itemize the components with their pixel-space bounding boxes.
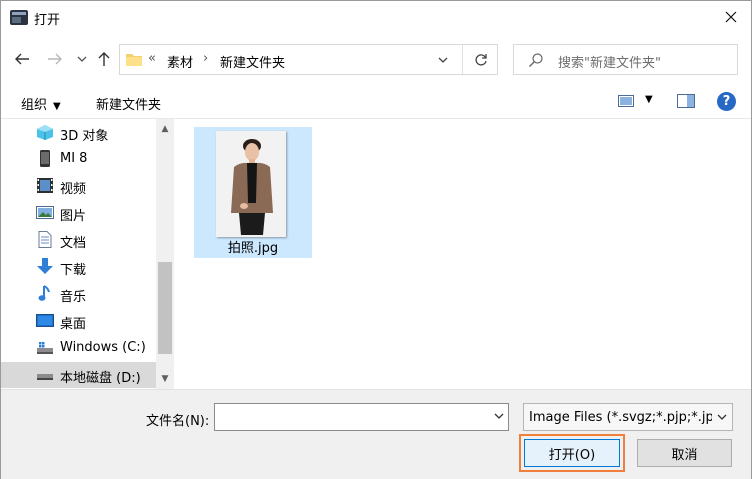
view-options-caret-icon[interactable]: ▼ (645, 94, 653, 105)
close-icon (725, 11, 737, 23)
video-icon (37, 178, 53, 193)
up-button[interactable] (94, 49, 114, 69)
recent-locations-button[interactable] (72, 49, 92, 69)
sidebar-item-label: 桌面 (60, 317, 87, 332)
search-placeholder[interactable]: 搜索"新建文件夹" (558, 52, 661, 71)
arrow-right-icon (48, 53, 62, 65)
organize-button[interactable]: 组织 ▼ (21, 94, 61, 113)
desktop-icon (36, 314, 54, 327)
refresh-icon (474, 53, 487, 66)
arrow-left-icon (15, 53, 29, 65)
sidebar-item-label: MI 8 (60, 151, 88, 166)
sidebar-item-downloads[interactable]: 下载 (1, 254, 156, 280)
filename-history-dropdown[interactable] (494, 410, 504, 423)
dialog-footer: 文件名(N): Image Files (*.svgz;*.pjp;*.jpeg… (1, 389, 751, 479)
navigation-bar: « 素材 › 新建文件夹 搜索"新建文件夹" (1, 41, 751, 77)
sidebar-item-videos[interactable]: 视频 (1, 173, 156, 199)
breadcrumb-segment-new-folder[interactable]: 新建文件夹 (220, 52, 285, 71)
cancel-button[interactable]: 取消 (637, 439, 732, 467)
pictures-icon (36, 206, 54, 219)
change-view-icon[interactable] (618, 95, 634, 107)
arrow-up-icon (98, 52, 110, 66)
image-thumbnail-icon (216, 131, 286, 237)
chevron-down-icon (77, 56, 87, 62)
sidebar-item-label: 图片 (60, 209, 87, 224)
file-type-select[interactable]: Image Files (*.svgz;*.pjp;*.jpeg (523, 403, 733, 431)
open-file-dialog: 打开 « 素材 › 新建文件夹 搜索"新建文件夹" 组织 ▼ 新建文件夹 ▼ ?… (0, 0, 752, 479)
address-overflow-chevron[interactable]: « (148, 51, 156, 66)
3d-objects-icon (37, 125, 53, 140)
documents-icon (38, 231, 52, 248)
sidebar-item-label: 音乐 (60, 290, 87, 305)
sidebar-item-local-disk-d[interactable]: 本地磁盘 (D:) (1, 362, 156, 388)
download-icon (37, 258, 53, 274)
close-button[interactable] (711, 1, 751, 33)
chevron-down-icon (494, 413, 504, 419)
folder-icon (126, 54, 142, 66)
back-button[interactable] (12, 49, 32, 69)
sidebar-scrollbar[interactable]: ▲ ▼ (156, 119, 174, 389)
sidebar-item-music[interactable]: 音乐 (1, 281, 156, 307)
help-icon[interactable]: ? (717, 92, 736, 111)
preview-pane-icon[interactable] (677, 94, 695, 108)
file-name: 拍照.jpg (227, 241, 279, 256)
open-button[interactable]: 打开(O) (524, 439, 620, 467)
chevron-down-icon (438, 57, 448, 63)
address-bar[interactable]: « 素材 › 新建文件夹 (119, 44, 498, 75)
search-box[interactable]: 搜索"新建文件夹" (513, 44, 738, 75)
filename-label: 文件名(N): (146, 414, 210, 429)
sidebar-item-mi8[interactable]: MI 8 (1, 146, 156, 172)
file-list-view: 拍照.jpg (174, 119, 751, 389)
caret-down-icon: ▼ (53, 101, 61, 112)
organize-label: 组织 (21, 98, 48, 113)
sidebar-item-label: 本地磁盘 (D:) (60, 371, 141, 386)
window-title: 打开 (34, 13, 61, 28)
windows-drive-icon (37, 342, 53, 354)
breadcrumb-separator[interactable]: › (203, 51, 208, 66)
sidebar-item-label: 文档 (60, 236, 87, 251)
file-item[interactable]: 拍照.jpg (194, 127, 312, 258)
local-disk-icon (37, 374, 53, 380)
sidebar-item-windows-c[interactable]: Windows (C:) (1, 335, 156, 361)
forward-button[interactable] (45, 49, 65, 69)
sidebar-item-desktop[interactable]: 桌面 (1, 308, 156, 334)
phone-icon (40, 150, 50, 167)
chevron-down-icon (717, 414, 727, 420)
file-type-dropdown[interactable] (712, 404, 732, 430)
title-bar: 打开 (1, 1, 751, 33)
sidebar-item-label: 3D 对象 (60, 129, 109, 144)
sidebar-item-label: 下载 (60, 263, 87, 278)
sidebar-item-pictures[interactable]: 图片 (1, 200, 156, 226)
new-folder-button[interactable]: 新建文件夹 (96, 94, 161, 113)
scroll-up-icon[interactable]: ▲ (156, 121, 174, 137)
app-icon (10, 10, 28, 25)
search-icon (529, 53, 543, 67)
music-icon (38, 285, 50, 301)
sidebar-item-label: 视频 (60, 182, 87, 197)
refresh-button[interactable] (462, 45, 498, 74)
command-toolbar: 组织 ▼ 新建文件夹 ▼ ? (1, 86, 751, 118)
breadcrumb-segment-sucai[interactable]: 素材 (167, 52, 193, 71)
sidebar-item-3d-objects[interactable]: 3D 对象 (1, 120, 156, 146)
navigation-pane: 3D 对象 MI 8 视频 图片 文档 下载 音乐 桌面 Windows (C:… (1, 119, 174, 389)
sidebar-item-documents[interactable]: 文档 (1, 227, 156, 253)
filename-input[interactable] (214, 403, 509, 431)
scroll-down-icon[interactable]: ▼ (156, 371, 174, 387)
address-history-dropdown[interactable] (434, 51, 452, 69)
sidebar-item-label: Windows (C:) (60, 340, 146, 355)
scrollbar-thumb[interactable] (158, 262, 172, 354)
file-type-value: Image Files (*.svgz;*.pjp;*.jpeg (529, 410, 731, 425)
